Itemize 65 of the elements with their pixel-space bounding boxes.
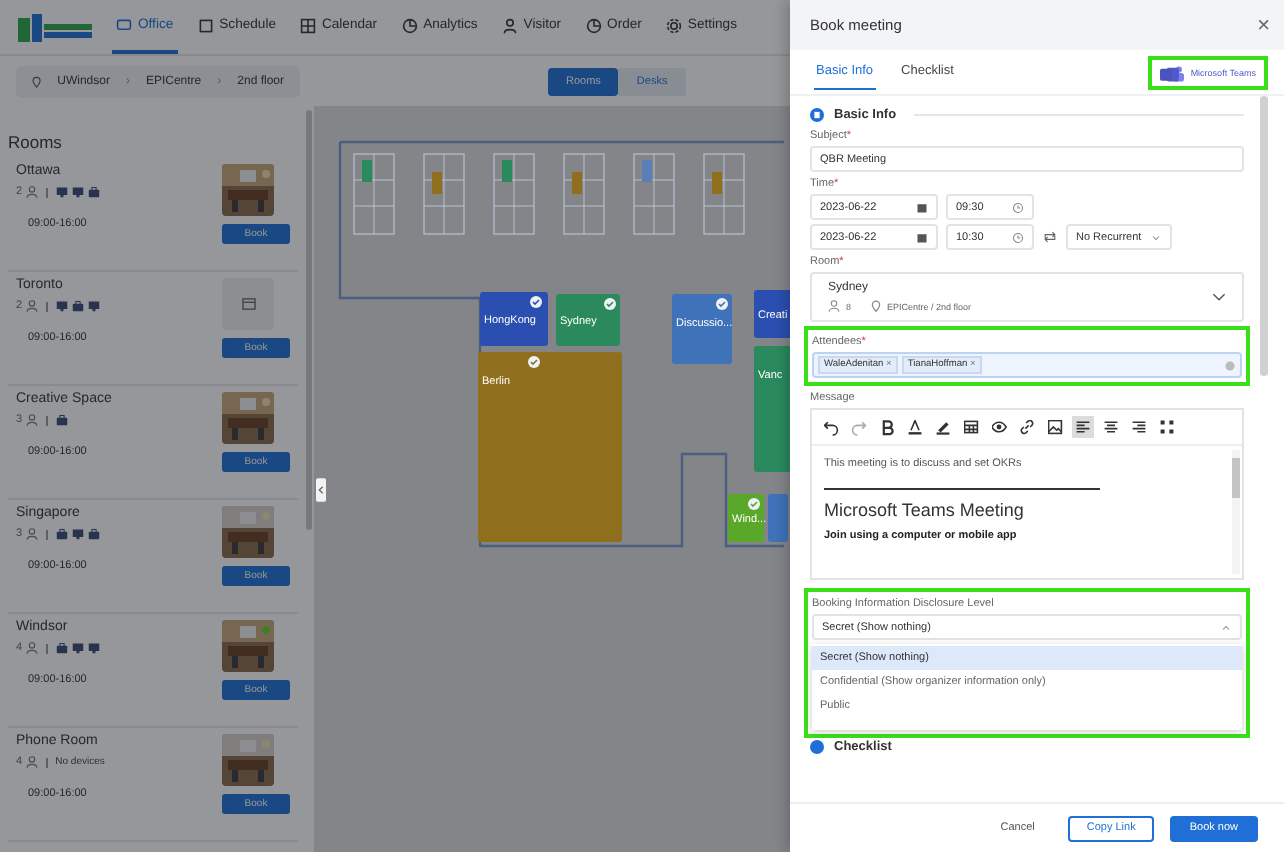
- desk-cluster-drawing: [703, 153, 745, 235]
- desk-cluster-drawing: [493, 153, 535, 235]
- location-pin-icon: [32, 73, 42, 89]
- image-icon: [241, 298, 255, 310]
- clock-icon: [1012, 201, 1024, 213]
- logo-icon: [16, 11, 96, 43]
- briefcase-icon: [55, 528, 68, 540]
- briefcase-icon: [87, 186, 100, 198]
- person-icon: [26, 186, 39, 198]
- monitor-icon: [55, 300, 68, 312]
- grid-icon: [299, 17, 316, 33]
- calendar-icon: [916, 201, 928, 213]
- settings-icon: [665, 17, 682, 33]
- briefcase-icon: [87, 528, 100, 540]
- person-icon: [26, 414, 39, 426]
- calendar-icon: [197, 17, 214, 33]
- monitor-icon: [87, 642, 100, 654]
- person-icon: [828, 300, 840, 312]
- monitor-icon: [71, 642, 84, 654]
- person-icon: [26, 300, 39, 312]
- calendar-icon: [916, 231, 928, 243]
- section-icon: [810, 108, 824, 122]
- align-left-tool-icon[interactable]: [1072, 416, 1094, 438]
- monitor-icon: [71, 186, 84, 198]
- location-pin-icon: [869, 300, 882, 312]
- monitor-icon: [55, 186, 68, 198]
- person-icon: [26, 642, 39, 654]
- teams-logo-icon: [1160, 63, 1185, 81]
- person-icon: [26, 756, 39, 768]
- monitor-icon: [71, 528, 84, 540]
- repeat-icon: [1042, 230, 1058, 244]
- color-tool-icon[interactable]: [904, 416, 926, 438]
- align-right-tool-icon[interactable]: [1128, 416, 1150, 438]
- scrollbar[interactable]: [1232, 450, 1240, 574]
- desk-cluster-drawing: [633, 153, 675, 235]
- briefcase-icon: [55, 414, 68, 426]
- clock-icon: [1012, 231, 1024, 243]
- scrollbar[interactable]: [1260, 96, 1268, 376]
- link-tool-icon[interactable]: [1016, 416, 1038, 438]
- undo-tool-icon[interactable]: [820, 416, 842, 438]
- chevron-up-icon: [1220, 621, 1232, 633]
- preview-tool-icon[interactable]: [988, 416, 1010, 438]
- highlight-tool-icon[interactable]: [932, 416, 954, 438]
- desk-cluster-drawing: [563, 153, 605, 235]
- chevron-down-icon: [1150, 231, 1162, 243]
- pie-chart-icon: [585, 17, 602, 33]
- desk-cluster-drawing: [423, 153, 465, 235]
- table-tool-icon[interactable]: [960, 416, 982, 438]
- close-button[interactable]: ×: [1257, 13, 1270, 37]
- pie-chart-icon: [401, 17, 418, 33]
- fullscreen-tool-icon[interactable]: [1156, 416, 1178, 438]
- collapse-handle-icon[interactable]: [316, 476, 326, 504]
- section-icon: [810, 740, 824, 754]
- briefcase-icon: [71, 300, 84, 312]
- monitor-icon: [116, 17, 132, 33]
- person-icon: [26, 528, 39, 540]
- panel-title: Rooms: [6, 130, 64, 156]
- message-heading: Microsoft Teams Meeting: [824, 500, 1026, 520]
- briefcase-icon: [55, 642, 68, 654]
- chevron-down-icon: [1212, 292, 1226, 302]
- image-tool-icon[interactable]: [1044, 416, 1066, 438]
- align-center-tool-icon[interactable]: [1100, 416, 1122, 438]
- monitor-icon: [87, 300, 100, 312]
- person-icon: [501, 17, 518, 33]
- desk-cluster-drawing: [353, 153, 395, 235]
